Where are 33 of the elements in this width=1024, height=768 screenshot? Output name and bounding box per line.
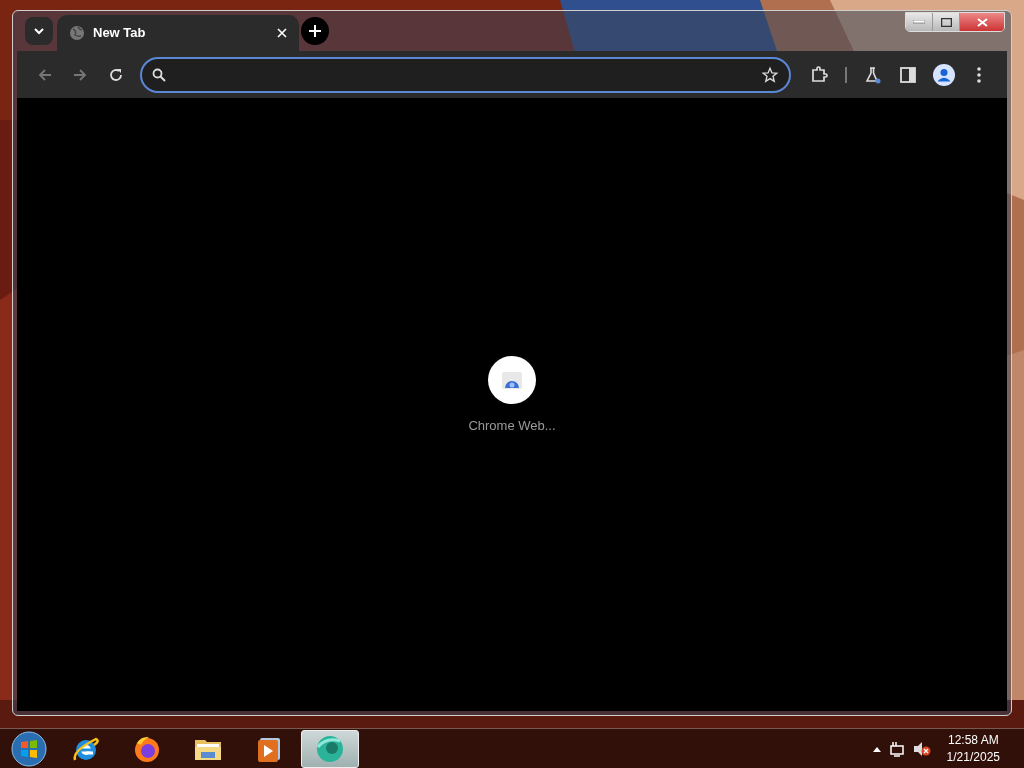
close-button[interactable] xyxy=(960,13,1004,31)
network-icon[interactable] xyxy=(888,740,905,757)
shortcut-tile[interactable] xyxy=(488,355,536,404)
minimize-icon xyxy=(913,20,925,24)
maximize-icon xyxy=(940,17,952,27)
muted-speaker-icon[interactable] xyxy=(912,740,931,757)
close-icon[interactable] xyxy=(277,28,287,38)
clock[interactable]: 12:58 AM 1/21/2025 xyxy=(946,732,1000,765)
address-bar[interactable] xyxy=(139,56,792,93)
flask-icon[interactable] xyxy=(863,65,882,84)
menu-icon[interactable] xyxy=(977,66,982,83)
chevron-down-icon xyxy=(33,27,45,35)
clock-time: 12:58 AM xyxy=(946,732,1000,749)
side-panel-icon[interactable] xyxy=(900,66,917,83)
puzzle-icon[interactable] xyxy=(810,65,829,84)
globe-icon xyxy=(69,25,85,41)
tab-title: New Tab xyxy=(93,24,146,43)
search-icon xyxy=(151,67,166,82)
show-hidden-icons-icon[interactable] xyxy=(872,745,881,752)
star-icon[interactable] xyxy=(761,65,780,84)
clock-date: 1/21/2025 xyxy=(946,748,1000,765)
back-icon[interactable] xyxy=(36,66,53,83)
forward-icon[interactable] xyxy=(72,66,89,83)
profile-avatar-icon[interactable] xyxy=(932,63,955,86)
close-icon xyxy=(976,17,988,27)
start-button[interactable] xyxy=(11,730,47,767)
taskbar-app-button[interactable] xyxy=(301,729,359,768)
plus-icon xyxy=(309,25,321,37)
shortcut-label[interactable]: Chrome Web... xyxy=(468,415,556,436)
browser-tab[interactable]: New Tab xyxy=(57,15,299,51)
maximize-button[interactable] xyxy=(933,13,960,31)
reload-icon[interactable] xyxy=(107,66,124,83)
tab-search-button[interactable] xyxy=(25,17,53,45)
